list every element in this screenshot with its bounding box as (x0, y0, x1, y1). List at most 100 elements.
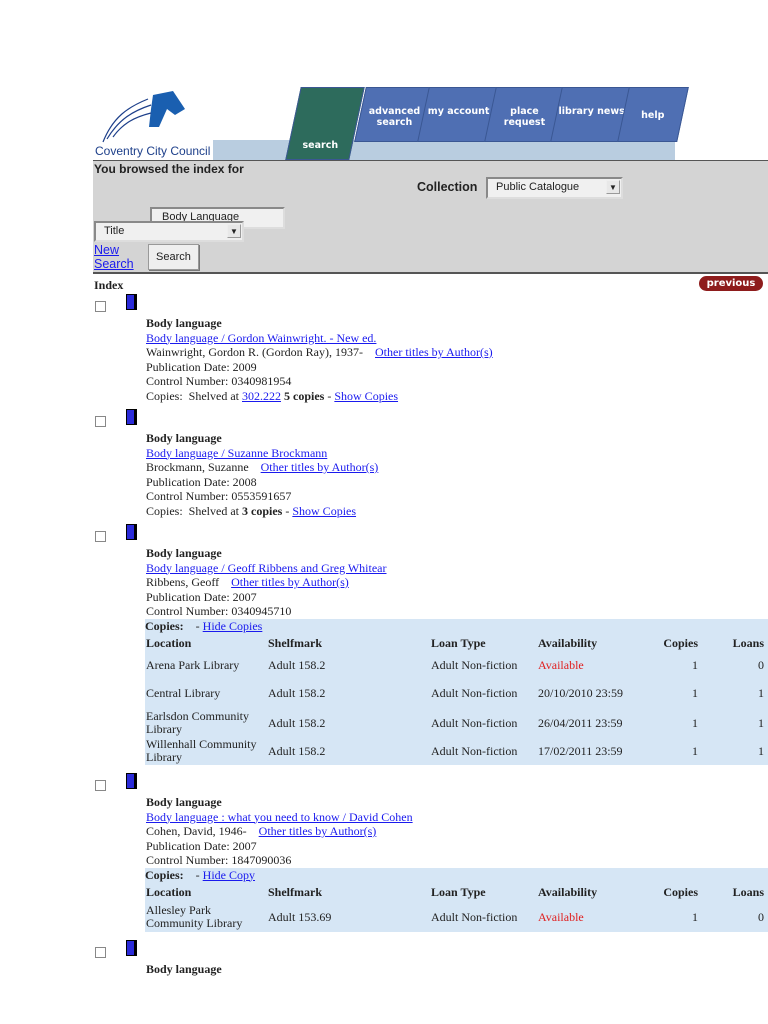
cell-location: Allesley Park Community Library (146, 903, 243, 930)
cell-loan-type: Adult Non-fiction (431, 686, 518, 701)
other-titles-link[interactable]: Other titles by Author(s) (231, 575, 349, 589)
result-record: Body language Body language : what you n… (93, 773, 768, 932)
col-copies: Copies (663, 884, 698, 899)
cell-loans: 1 (758, 686, 764, 701)
cell-shelfmark: Adult 158.2 (268, 743, 326, 758)
control-number: Control Number: 0340981954 (146, 374, 292, 388)
nav-bar (213, 140, 675, 160)
col-loans: Loans (732, 884, 764, 899)
copies-header-row: Location Shelfmark Loan Type Availabilit… (145, 882, 768, 902)
record-link[interactable]: Body language : what you need to know / … (146, 810, 413, 824)
select-checkbox[interactable] (95, 780, 106, 791)
result-record: Body language Body language / Suzanne Br… (93, 409, 768, 518)
cell-availability: Available (538, 909, 584, 924)
hide-copies-link[interactable]: Hide Copies (203, 619, 263, 633)
col-availability: Availability (538, 884, 598, 899)
copies-label: Copies: (145, 867, 184, 882)
col-loans: Loans (732, 635, 764, 650)
record-title: Body language (146, 962, 222, 976)
cell-copies: 1 (692, 909, 698, 924)
control-number: Control Number: 0553591657 (146, 489, 292, 503)
index-select[interactable]: Title ▼ (94, 221, 244, 242)
record-link[interactable]: Body language / Geoff Ribbens and Greg W… (146, 561, 387, 575)
cell-copies: 1 (692, 743, 698, 758)
book-icon (126, 294, 137, 310)
copies-label: Copies: Shelved at (146, 388, 242, 403)
publication-date: Publication Date: 2008 (146, 474, 257, 489)
hide-copy-link[interactable]: Hide Copy (203, 868, 255, 882)
cell-copies: 1 (692, 658, 698, 673)
copies-panel: Copies: - Hide Copies Location Shelfmark… (145, 618, 768, 765)
cell-loan-type: Adult Non-fiction (431, 658, 518, 673)
cell-loans: 0 (758, 658, 764, 673)
col-shelfmark: Shelfmark (268, 884, 322, 899)
collection-label: Collection (417, 180, 478, 194)
book-icon (126, 940, 137, 956)
search-button[interactable]: Search (148, 244, 199, 270)
select-checkbox[interactable] (95, 416, 106, 427)
book-icon (126, 773, 137, 789)
publication-date: Publication Date: 2007 (146, 589, 257, 604)
chevron-down-icon: ▼ (227, 224, 241, 238)
show-copies-link[interactable]: Show Copies (292, 504, 356, 518)
cell-loans: 0 (758, 909, 764, 924)
record-author: Wainwright, Gordon R. (Gordon Ray), 1937… (146, 345, 364, 359)
logo-text: Coventry City Council (95, 144, 211, 158)
browse-heading: You browsed the index for (94, 162, 244, 176)
council-logo[interactable]: Coventry City Council (93, 87, 213, 160)
publication-date: Publication Date: 2007 (146, 838, 257, 853)
cell-availability: 17/02/2011 23:59 (538, 743, 623, 758)
cell-loan-type: Adult Non-fiction (431, 909, 518, 924)
collection-select[interactable]: Public Catalogue ▼ (486, 177, 623, 199)
cell-location: Earlsdon Community Library (146, 709, 249, 736)
copies-count: 3 copies (242, 503, 283, 518)
control-number: Control Number: 0340945710 (146, 604, 292, 618)
cell-availability: 20/10/2010 23:59 (538, 686, 624, 701)
shelfmark-link[interactable]: 302.222 (242, 389, 281, 403)
other-titles-link[interactable]: Other titles by Author(s) (259, 824, 377, 838)
cell-shelfmark: Adult 158.2 (268, 686, 326, 701)
cell-copies: 1 (692, 715, 698, 730)
book-icon (126, 409, 137, 425)
select-checkbox[interactable] (95, 301, 106, 312)
cell-copies: 1 (692, 686, 698, 701)
horse-logo-icon (102, 91, 185, 143)
cell-loans: 1 (758, 743, 764, 758)
record-link[interactable]: Body language / Gordon Wainwright. - New… (146, 331, 376, 345)
select-checkbox[interactable] (95, 947, 106, 958)
col-copies: Copies (663, 635, 698, 650)
cell-location: Willenhall Community Library (146, 737, 257, 764)
record-link[interactable]: Body language / Suzanne Brockmann (146, 446, 327, 460)
select-checkbox[interactable] (95, 531, 106, 542)
col-loan-type: Loan Type (431, 884, 486, 899)
previous-button[interactable]: previous (699, 276, 763, 291)
new-search-link[interactable]: New Search (94, 243, 139, 271)
copy-row: Allesley Park Community Library Adult 153… (145, 902, 768, 932)
site-header: Coventry City Council search advanced se… (93, 87, 689, 160)
cell-availability: 26/04/2011 23:59 (538, 715, 623, 730)
other-titles-link[interactable]: Other titles by Author(s) (375, 345, 493, 359)
cell-shelfmark: Adult 153.69 (268, 909, 332, 924)
copies-panel: Copies: - Hide Copy Location Shelfmark L… (145, 867, 768, 932)
result-record: Body language Body language / Gordon Wai… (93, 294, 768, 403)
cell-loan-type: Adult Non-fiction (431, 743, 518, 758)
tab-help[interactable]: help (617, 87, 689, 142)
cell-loans: 1 (758, 715, 764, 730)
cell-availability: Available (538, 658, 584, 673)
cell-loan-type: Adult Non-fiction (431, 715, 518, 730)
col-shelfmark: Shelfmark (268, 635, 322, 650)
result-record: Body language (93, 940, 768, 977)
cell-location: Central Library (146, 686, 221, 701)
record-author: Ribbens, Geoff (146, 575, 220, 589)
col-loan-type: Loan Type (431, 635, 486, 650)
book-icon (126, 524, 137, 540)
col-availability: Availability (538, 635, 598, 650)
copy-row: Arena Park Library Adult 158.2 Adult Non-f… (145, 653, 768, 678)
control-number: Control Number: 1847090036 (146, 853, 292, 867)
other-titles-link[interactable]: Other titles by Author(s) (261, 460, 379, 474)
copies-label: Copies: (145, 618, 184, 633)
copies-count: 5 copies (284, 388, 325, 403)
show-copies-link[interactable]: Show Copies (334, 389, 398, 403)
cell-shelfmark: Adult 158.2 (268, 658, 326, 673)
search-panel: You browsed the index for Collection Pub… (93, 160, 768, 274)
